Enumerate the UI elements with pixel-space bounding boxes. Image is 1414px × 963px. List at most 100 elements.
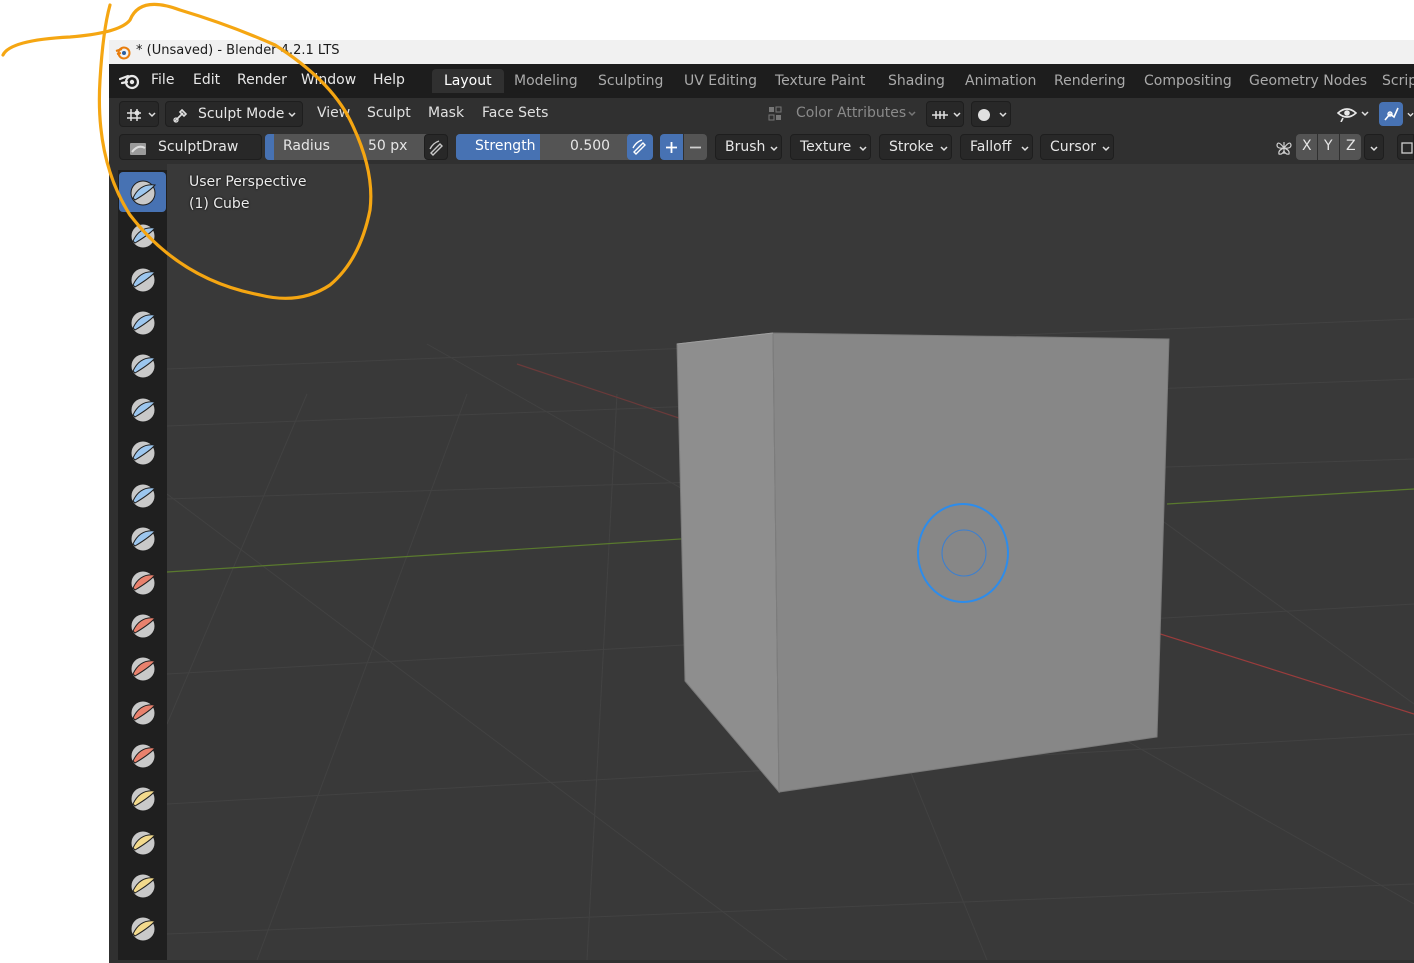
menu-window[interactable]: Window — [301, 72, 356, 88]
chevron-down-icon — [1370, 146, 1378, 152]
pinch-icon — [130, 786, 156, 812]
tool-button-clay[interactable] — [119, 259, 166, 299]
brush-dropdown[interactable]: Brush — [715, 134, 782, 160]
menu-help[interactable]: Help — [373, 72, 405, 88]
brush-preview-icon — [130, 143, 146, 155]
pen-pressure-icon — [429, 140, 443, 156]
tool-button-clay-thumb[interactable] — [119, 345, 166, 385]
top-menu-bar: File Edit Render Window Help Layout Mode… — [109, 64, 1414, 98]
menu-sculpt[interactable]: Sculpt — [367, 105, 411, 121]
tab-modeling[interactable]: Modeling — [502, 69, 590, 93]
draw-sharp-icon — [130, 223, 156, 249]
sculpt-toolbar — [118, 170, 167, 960]
texture-dropdown[interactable]: Texture — [790, 134, 871, 160]
minus-icon — [690, 146, 701, 149]
strength-value: 0.500 — [570, 138, 611, 154]
mirror-z-button[interactable]: Z — [1340, 134, 1361, 160]
tab-scripting[interactable]: Scripting — [1370, 69, 1414, 93]
menu-file[interactable]: File — [151, 72, 174, 88]
mesh-grid-icon — [932, 111, 948, 119]
tab-texture-paint[interactable]: Texture Paint — [763, 69, 877, 93]
axis-z-label: Z — [1346, 138, 1356, 154]
view3d-icon — [127, 109, 141, 121]
tool-button-snake-hook[interactable] — [119, 908, 166, 948]
strength-pressure-button[interactable] — [627, 134, 653, 160]
tool-button-grab[interactable] — [119, 822, 166, 862]
multiplane-scrape-icon — [130, 743, 156, 769]
falloff-dropdown[interactable]: Falloff — [960, 134, 1033, 160]
tab-layout[interactable]: Layout — [432, 69, 504, 93]
cursor-dropdown[interactable]: Cursor — [1040, 134, 1114, 160]
falloff-dropdown-label: Falloff — [970, 139, 1012, 155]
radius-slider[interactable]: Radius 50 px — [265, 134, 447, 160]
shading-dropdown[interactable] — [971, 101, 1011, 127]
menu-render[interactable]: Render — [237, 72, 287, 88]
tab-animation[interactable]: Animation — [953, 69, 1048, 93]
3d-viewport[interactable]: User Perspective (1) Cube — [167, 164, 1414, 960]
axis-y-label: Y — [1324, 138, 1333, 154]
tool-button-smooth[interactable] — [119, 562, 166, 602]
tool-button-elastic-deform[interactable] — [119, 865, 166, 905]
tool-button-layer[interactable] — [119, 389, 166, 429]
gizmo-toggle-button[interactable] — [1379, 102, 1403, 126]
tool-button-crease[interactable] — [119, 518, 166, 558]
symmetry-options-dropdown[interactable] — [1364, 134, 1384, 160]
clay-thumb-icon — [130, 353, 156, 379]
tool-button-draw-sharp[interactable] — [119, 215, 166, 255]
strength-slider[interactable]: Strength 0.500 — [456, 134, 638, 160]
tool-button-sculpt-draw[interactable] — [119, 172, 166, 212]
tool-button-flatten[interactable] — [119, 605, 166, 645]
tool-button-inflate[interactable] — [119, 432, 166, 472]
menu-edit[interactable]: Edit — [193, 72, 220, 88]
color-attributes-dropdown[interactable]: Color Attributes — [764, 101, 919, 127]
mirror-y-button[interactable]: Y — [1318, 134, 1339, 160]
color-attributes-icon — [768, 106, 782, 121]
tool-button-blob[interactable] — [119, 475, 166, 515]
chevron-down-icon — [859, 146, 867, 152]
tool-button-scrape[interactable] — [119, 692, 166, 732]
gizmo-icon — [1384, 107, 1399, 121]
menu-mask[interactable]: Mask — [428, 105, 464, 121]
tab-shading[interactable]: Shading — [876, 69, 957, 93]
mirror-butterfly-icon — [1276, 142, 1292, 155]
blender-menu-icon[interactable] — [119, 72, 141, 90]
viewport-scene — [167, 318, 1414, 960]
tool-button-multiplane-scrape[interactable] — [119, 735, 166, 775]
grab-icon — [130, 830, 156, 855]
snake-hook-icon — [130, 916, 156, 942]
chevron-down-icon[interactable] — [1407, 112, 1414, 118]
chevron-down-icon — [770, 146, 778, 152]
tool-button-fill[interactable] — [119, 648, 166, 688]
mode-select[interactable]: Sculpt Mode — [165, 101, 303, 127]
strength-label: Strength — [475, 138, 536, 154]
chevron-down-icon — [1102, 146, 1110, 152]
radius-value: 50 px — [368, 138, 408, 154]
symmetry-dropdown[interactable] — [926, 101, 964, 127]
tab-geometry-nodes[interactable]: Geometry Nodes — [1237, 69, 1379, 93]
stroke-dropdown[interactable]: Stroke — [879, 134, 952, 160]
radius-pressure-button[interactable] — [424, 134, 448, 160]
editor-type-button[interactable] — [119, 101, 159, 127]
menu-view[interactable]: View — [317, 105, 350, 121]
y-axis-line — [167, 535, 728, 573]
direction-add-button[interactable] — [660, 134, 683, 160]
cursor-dropdown-label: Cursor — [1050, 139, 1097, 155]
flatten-icon — [130, 613, 156, 639]
cube-mesh[interactable] — [676, 332, 1170, 794]
mirror-x-button[interactable]: X — [1296, 134, 1317, 160]
scrape-icon — [130, 700, 156, 726]
tab-compositing[interactable]: Compositing — [1132, 69, 1244, 93]
menu-face-sets[interactable]: Face Sets — [482, 105, 548, 121]
visibility-dropdown[interactable] — [1333, 101, 1373, 127]
eye-icon — [1337, 108, 1357, 122]
tool-button-pinch[interactable] — [119, 778, 166, 818]
brush-selector[interactable]: SculptDraw — [119, 134, 262, 160]
tab-rendering[interactable]: Rendering — [1042, 69, 1138, 93]
window-title: * (Unsaved) - Blender 4.2.1 LTS — [136, 43, 340, 58]
options-button[interactable] — [1397, 134, 1414, 160]
direction-subtract-button[interactable] — [684, 134, 707, 160]
tool-button-clay-strips[interactable] — [119, 302, 166, 342]
tab-sculpting[interactable]: Sculpting — [586, 69, 675, 93]
tab-uv-editing[interactable]: UV Editing — [672, 69, 769, 93]
chevron-down-icon — [148, 112, 156, 118]
